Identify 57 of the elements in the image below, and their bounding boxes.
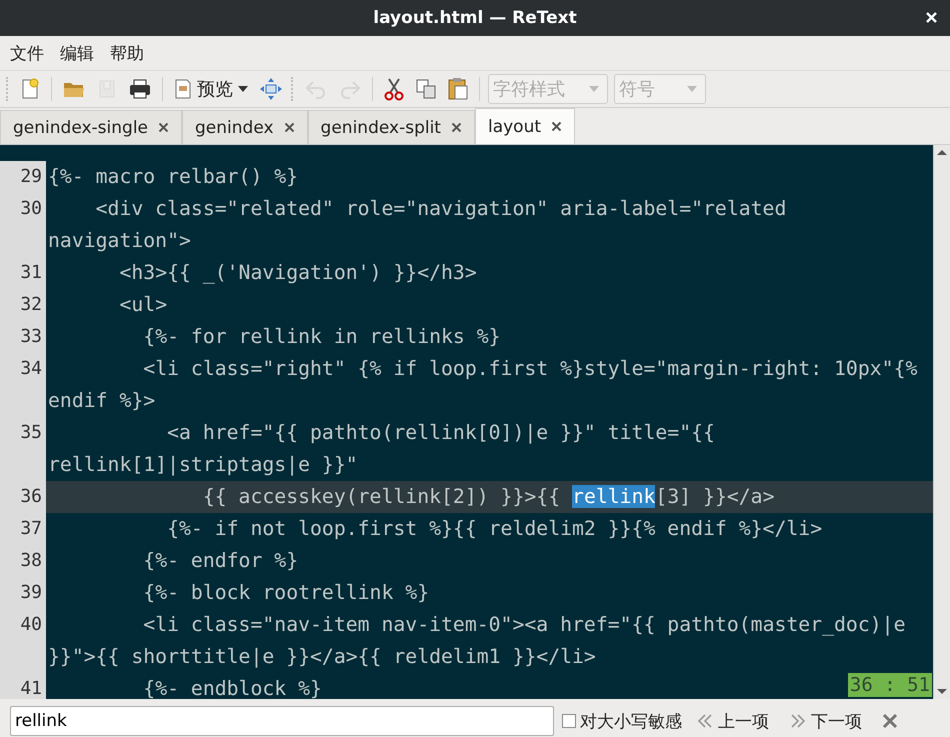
line-number: 36	[0, 481, 46, 513]
line-number: 39	[0, 577, 46, 609]
caret-icon[interactable]	[237, 85, 249, 93]
line-number: 29	[0, 161, 46, 193]
menu-item[interactable]: 文件	[4, 40, 50, 66]
code-line: {%- block rootrellink %}	[142, 580, 430, 606]
close-icon[interactable]	[450, 122, 462, 133]
next-button[interactable]: 下一项	[783, 708, 868, 734]
scissors-icon[interactable]	[383, 77, 405, 101]
chevron-left-icon	[696, 713, 714, 729]
code-editor[interactable]	[0, 145, 950, 699]
document-icon	[173, 78, 193, 100]
line-number: 31	[0, 257, 46, 289]
line-number: 34	[0, 353, 46, 417]
copy-icon[interactable]	[415, 78, 437, 100]
line-number: 30	[0, 193, 46, 257]
previous-button[interactable]: 上一项	[690, 708, 775, 734]
code-line: <a href="{{ pathto(rellink[0])|e }}" title="{{ rellink[1]|striptags|e }}"	[47, 420, 716, 478]
tab[interactable]: layout	[474, 108, 576, 144]
window-title: layout.html — ReText	[373, 8, 577, 28]
move-icon[interactable]	[259, 77, 283, 101]
tab[interactable]: genindex-split	[308, 110, 475, 144]
close-icon[interactable]	[284, 122, 295, 133]
code-line: {{ accesskey(rellink[2]) }}>{{ rellink[3] }}</a>	[202, 484, 774, 510]
tab[interactable]: genindex	[182, 110, 308, 144]
menu-item[interactable]: 编辑	[54, 40, 100, 66]
line-number: 40	[0, 609, 46, 673]
preview-button[interactable]: 预览	[171, 75, 251, 103]
chevron-right-icon	[789, 713, 807, 729]
menu-item[interactable]: 帮助	[104, 40, 150, 66]
line-number: 35	[0, 417, 46, 481]
line-number: 32	[0, 289, 46, 321]
scrollbar[interactable]	[933, 145, 950, 699]
line-number: 33	[0, 321, 46, 353]
code-line: {%- for rellink in rellinks %}	[142, 324, 501, 350]
code-line: <ul>	[118, 292, 168, 318]
code-line: <li class="right" {% if loop.first %}style="margin-right: 10px"{% endif %}>	[47, 356, 918, 414]
search-field[interactable]: rellink	[10, 706, 554, 736]
code-line: {%- endblock %}	[142, 676, 322, 699]
caret-icon	[687, 86, 697, 92]
code-line: {%- macro relbar() %}	[47, 164, 298, 190]
tab[interactable]: genindex-single	[0, 110, 182, 144]
code-line: <div class="related" role="navigation" aria-label="related navigation">	[47, 196, 788, 254]
cursor-position: 36 : 51	[848, 673, 932, 697]
case-checkbox[interactable]: 对大小写敏感	[562, 710, 682, 732]
code-line: <h3>{{ _('Navigation') }}</h3>	[118, 260, 477, 286]
line-number: 37	[0, 513, 46, 545]
printer-icon[interactable]	[128, 78, 152, 100]
line-number: 41	[0, 673, 46, 699]
line-number: 38	[0, 545, 46, 577]
clipboard-icon[interactable]	[447, 77, 469, 101]
code-line: {%- endfor %}	[142, 548, 298, 574]
close-icon[interactable]	[551, 121, 562, 132]
caret-icon	[589, 86, 599, 92]
code-line: {%- if not loop.first %}{{ reldelim2 }}{% endif %}</li>	[166, 516, 822, 542]
code-line: <li class="nav-item nav-item-0"><a href="{{ pathto(master_doc)|e }}">{{ shorttitle|e }}</a>{{ reldelim1 }}</li>	[47, 612, 906, 670]
close-icon[interactable]	[158, 122, 169, 133]
